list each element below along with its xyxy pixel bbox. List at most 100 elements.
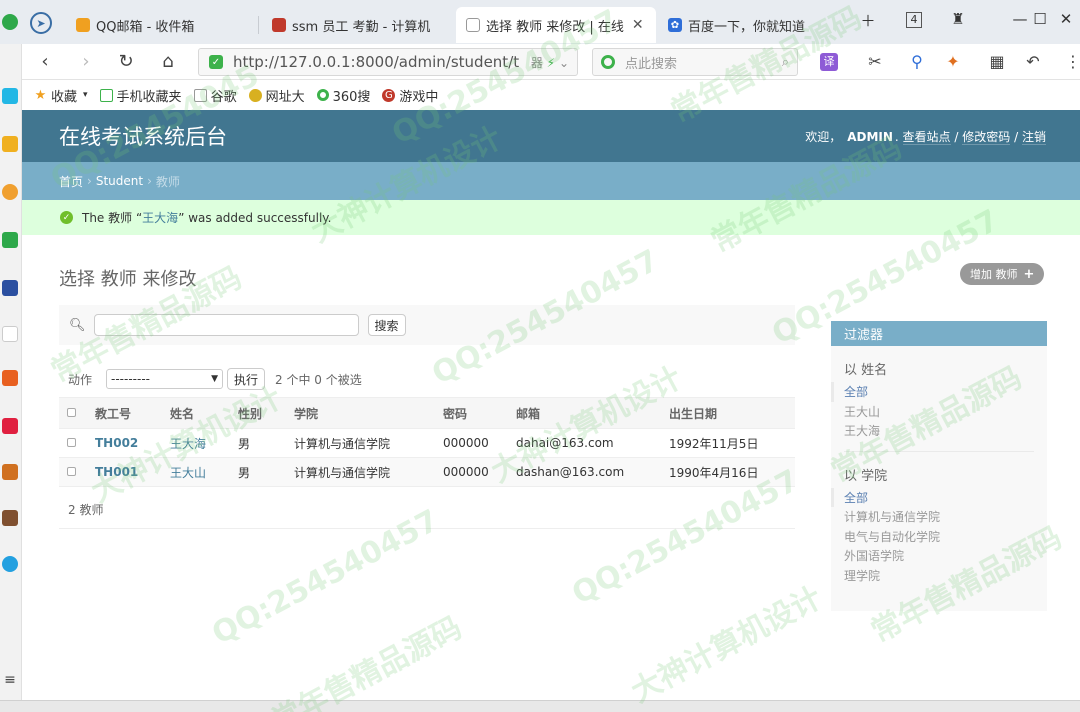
- rail-app-icon[interactable]: [2, 418, 18, 434]
- bookmark-games[interactable]: G 游戏中: [382, 86, 438, 105]
- row-checkbox-cell[interactable]: [59, 457, 87, 487]
- url-text[interactable]: http://127.0.0.1:8000/admin/student/t: [233, 53, 531, 71]
- filter-link[interactable]: 王大山: [844, 403, 880, 420]
- filter-item[interactable]: 理学院: [844, 566, 1047, 586]
- search-engine-box[interactable]: 点此搜索 ⌕: [592, 48, 798, 76]
- column-header-birthday[interactable]: 出生日期: [661, 397, 795, 429]
- filter-item-all[interactable]: 全部: [831, 382, 1047, 402]
- menu-icon[interactable]: ⋮: [1062, 52, 1080, 71]
- skin-icon[interactable]: ♜: [948, 10, 968, 28]
- close-window-icon[interactable]: ✕: [1056, 10, 1076, 28]
- filter-link[interactable]: 电气与自动化学院: [844, 528, 940, 545]
- run-action-button[interactable]: 执行: [227, 368, 266, 390]
- tab-teacher-change[interactable]: 选择 教师 来修改 | 在线 ✕: [456, 7, 656, 43]
- chevron-down-icon[interactable]: ⌄: [559, 56, 569, 70]
- bookmark-mobile[interactable]: 手机收藏夹: [99, 86, 182, 105]
- reader-icon[interactable]: 器: [531, 56, 543, 70]
- logout-link[interactable]: 注销: [1021, 129, 1046, 145]
- bookmark-google[interactable]: 谷歌: [193, 86, 237, 105]
- browser-logo-icon[interactable]: ➤: [30, 12, 52, 34]
- teacher-name-link[interactable]: 王大海: [170, 437, 206, 451]
- filter-link[interactable]: 王大海: [844, 422, 880, 439]
- tab-qq-mail[interactable]: QQ邮箱 - 收件箱: [66, 7, 256, 43]
- rail-app-icon[interactable]: [2, 370, 18, 386]
- filter-item[interactable]: 王大海: [844, 421, 1047, 441]
- rail-app-icon[interactable]: [2, 232, 18, 248]
- filter-link[interactable]: 计算机与通信学院: [844, 508, 940, 525]
- view-site-link[interactable]: 查看站点: [902, 129, 951, 145]
- bookmark-360[interactable]: 360搜: [316, 86, 370, 105]
- address-bar[interactable]: ✓ http://127.0.0.1:8000/admin/student/t …: [198, 48, 578, 76]
- bookmark-favorites[interactable]: ★ 收藏 ▾: [34, 86, 88, 105]
- rail-menu-icon[interactable]: ≡: [2, 672, 18, 688]
- filter-item[interactable]: 电气与自动化学院: [844, 527, 1047, 547]
- teacher-id-link[interactable]: TH001: [95, 465, 138, 479]
- rail-app-icon[interactable]: [2, 464, 18, 480]
- maximize-icon[interactable]: ☐: [1030, 10, 1050, 28]
- breadcrumb-app[interactable]: Student: [96, 174, 143, 188]
- rail-star-icon[interactable]: [2, 136, 18, 152]
- reload-icon[interactable]: ↻: [114, 50, 138, 74]
- teacher-id-link[interactable]: TH002: [95, 436, 138, 450]
- select-all-checkbox[interactable]: [67, 408, 76, 417]
- page-icon: [466, 18, 480, 32]
- game-controller-icon[interactable]: ✦: [942, 52, 964, 71]
- bookmark-nav[interactable]: 网址大: [248, 86, 305, 105]
- change-password-link[interactable]: 修改密码: [962, 129, 1011, 145]
- column-header-college[interactable]: 学院: [286, 397, 435, 429]
- filter-link[interactable]: 全部: [844, 383, 868, 400]
- search-button[interactable]: 搜索: [367, 314, 406, 336]
- lightning-icon[interactable]: ⚡: [547, 56, 555, 70]
- column-header-name[interactable]: 姓名: [162, 397, 230, 429]
- rail-app-icon[interactable]: [2, 556, 18, 572]
- action-select[interactable]: --------- ▼: [106, 369, 224, 389]
- taskbar: [0, 700, 1080, 712]
- column-header-email[interactable]: 邮箱: [508, 397, 661, 429]
- column-header-id[interactable]: 教工号: [87, 397, 162, 429]
- close-tab-icon[interactable]: ✕: [632, 17, 644, 33]
- scissors-icon[interactable]: ✂: [864, 52, 886, 71]
- column-header-password[interactable]: 密码: [435, 397, 508, 429]
- rail-app-icon[interactable]: [2, 510, 18, 526]
- rail-app-icon[interactable]: [2, 280, 18, 296]
- back-icon[interactable]: ‹: [33, 50, 57, 74]
- forward-icon[interactable]: ›: [74, 50, 98, 74]
- grid-icon[interactable]: ▦: [986, 52, 1008, 71]
- rail-app-icon[interactable]: [2, 184, 18, 200]
- site-title[interactable]: 在线考试系统后台: [59, 121, 227, 151]
- select-all-checkbox-cell[interactable]: [59, 397, 87, 429]
- filter-item[interactable]: 外国语学院: [844, 546, 1047, 566]
- filter-item-all[interactable]: 全部: [831, 487, 1047, 507]
- column-header-gender[interactable]: 性别: [230, 397, 286, 429]
- search-input[interactable]: [93, 314, 359, 336]
- rail-app-icon[interactable]: [2, 14, 18, 30]
- filter-list-college: 全部 计算机与通信学院 电气与自动化学院 外国语学院 理学院: [831, 487, 1047, 586]
- translate-icon[interactable]: 译: [820, 53, 838, 71]
- filter-link[interactable]: 外国语学院: [844, 547, 904, 564]
- magnifier-icon[interactable]: ⚲: [906, 52, 928, 71]
- row-checkbox-cell[interactable]: [59, 428, 87, 458]
- home-icon[interactable]: ⌂: [156, 50, 180, 74]
- tab-baidu[interactable]: ✿ 百度一下，你就知道: [658, 7, 846, 43]
- breadcrumb-home[interactable]: 首页: [59, 173, 83, 190]
- tab-ssm[interactable]: ssm 员工 考勤 - 计算机: [262, 7, 452, 43]
- add-teacher-button[interactable]: 增加 教师 +: [960, 263, 1045, 285]
- filter-link[interactable]: 全部: [844, 489, 868, 506]
- search-icon: 🔍︎: [69, 317, 86, 333]
- tab-counter[interactable]: 4: [906, 12, 922, 28]
- undo-icon[interactable]: ↶: [1022, 52, 1044, 71]
- minimize-icon[interactable]: —: [1010, 10, 1030, 28]
- bookmark-label: 游戏中: [399, 89, 439, 105]
- filter-item[interactable]: 计算机与通信学院: [844, 507, 1047, 527]
- message-object-link[interactable]: 王大海: [142, 209, 178, 226]
- row-checkbox[interactable]: [67, 438, 76, 447]
- filter-item[interactable]: 王大山: [844, 402, 1047, 422]
- new-tab-icon[interactable]: ＋: [858, 10, 878, 31]
- filter-link[interactable]: 理学院: [844, 567, 880, 584]
- teacher-name-link[interactable]: 王大山: [170, 466, 206, 480]
- sidebar-rail: ≡: [0, 14, 22, 712]
- rail-doc-icon[interactable]: [2, 326, 18, 342]
- search-icon[interactable]: ⌕: [782, 55, 789, 70]
- row-checkbox[interactable]: [67, 467, 76, 476]
- rail-app-icon[interactable]: [2, 88, 18, 104]
